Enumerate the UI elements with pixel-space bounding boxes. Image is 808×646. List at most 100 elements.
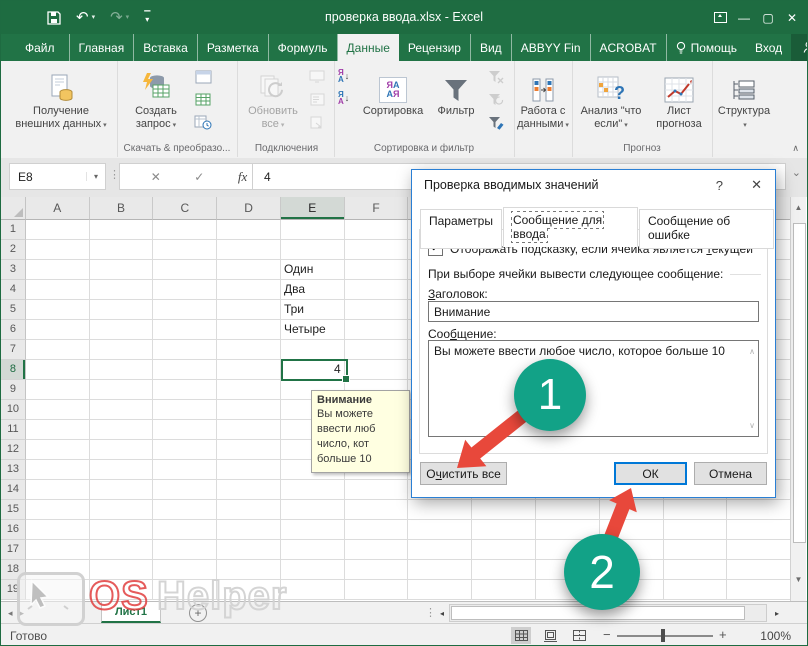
tab-data[interactable]: Данные	[338, 34, 399, 61]
cell-J15[interactable]	[600, 500, 664, 520]
cell-F19[interactable]	[345, 580, 409, 600]
cell-A14[interactable]	[26, 480, 90, 500]
cell-C7[interactable]	[153, 340, 217, 360]
cell-E7[interactable]	[281, 340, 345, 360]
cell-B1[interactable]	[90, 220, 154, 240]
cell-H17[interactable]	[472, 540, 536, 560]
insert-function-icon[interactable]: fx	[238, 169, 247, 185]
cell-F6[interactable]	[345, 320, 409, 340]
cell-B6[interactable]	[90, 320, 154, 340]
tab-insert[interactable]: Вставка	[134, 34, 198, 61]
recent-sources-icon[interactable]	[193, 113, 213, 132]
cell-B18[interactable]	[90, 560, 154, 580]
tab-review[interactable]: Рецензир	[399, 34, 471, 61]
cell-F8[interactable]	[345, 360, 409, 380]
cell-E2[interactable]	[281, 240, 345, 260]
cell-C18[interactable]	[153, 560, 217, 580]
cell-B14[interactable]	[90, 480, 154, 500]
cell-G18[interactable]	[408, 560, 472, 580]
cell-B19[interactable]	[90, 580, 154, 600]
cell-K15[interactable]	[664, 500, 728, 520]
cell-B17[interactable]	[90, 540, 154, 560]
sign-in-button[interactable]: Вход	[746, 34, 791, 61]
cell-B2[interactable]	[90, 240, 154, 260]
refresh-all-button[interactable]: Обновить все▾	[243, 67, 303, 132]
cell-E15[interactable]	[281, 500, 345, 520]
data-tools-button[interactable]: Работа с данными▾	[516, 67, 570, 132]
cell-L15[interactable]	[727, 500, 791, 520]
forecast-sheet-button[interactable]: Лист прогноза	[650, 67, 708, 131]
undo-button[interactable]: ↶▾	[76, 10, 95, 25]
tab-error-alert[interactable]: Сообщение об ошибке	[639, 209, 774, 249]
dialog-help-icon[interactable]: ?	[716, 178, 723, 193]
cell-C12[interactable]	[153, 440, 217, 460]
minimize-button[interactable]: —	[735, 8, 753, 28]
cell-D11[interactable]	[217, 420, 281, 440]
cell-L19[interactable]	[727, 580, 791, 600]
share-button[interactable]: Общий доступ	[791, 34, 808, 61]
cell-A18[interactable]	[26, 560, 90, 580]
cell-D8[interactable]	[217, 360, 281, 380]
cell-A4[interactable]	[26, 280, 90, 300]
cell-D16[interactable]	[217, 520, 281, 540]
tab-abbyy[interactable]: ABBYY Fin	[512, 34, 591, 61]
cell-C17[interactable]	[153, 540, 217, 560]
cancel-button[interactable]: Отмена	[694, 462, 767, 485]
row-header-2[interactable]: 2	[1, 240, 26, 260]
cell-D7[interactable]	[217, 340, 281, 360]
cell-F3[interactable]	[345, 260, 409, 280]
tab-page-layout[interactable]: Разметка	[198, 34, 269, 61]
cell-B5[interactable]	[90, 300, 154, 320]
row-header-3[interactable]: 3	[1, 260, 26, 280]
cell-D5[interactable]	[217, 300, 281, 320]
connections-icon[interactable]	[307, 67, 327, 86]
cell-C8[interactable]	[153, 360, 217, 380]
cell-K18[interactable]	[664, 560, 728, 580]
dialog-close-icon[interactable]: ✕	[751, 177, 762, 193]
cell-B10[interactable]	[90, 400, 154, 420]
cell-K19[interactable]	[664, 580, 728, 600]
cell-F15[interactable]	[345, 500, 409, 520]
row-header-11[interactable]: 11	[1, 420, 26, 440]
cell-F18[interactable]	[345, 560, 409, 580]
cell-E4[interactable]: Два	[281, 280, 345, 300]
cell-A15[interactable]	[26, 500, 90, 520]
redo-button[interactable]: ↷▾	[110, 10, 129, 25]
cell-A2[interactable]	[26, 240, 90, 260]
cell-D12[interactable]	[217, 440, 281, 460]
cell-F4[interactable]	[345, 280, 409, 300]
cell-A17[interactable]	[26, 540, 90, 560]
cell-G19[interactable]	[408, 580, 472, 600]
cell-F7[interactable]	[345, 340, 409, 360]
cell-C11[interactable]	[153, 420, 217, 440]
tab-settings[interactable]: Параметры	[420, 209, 502, 249]
cell-L17[interactable]	[727, 540, 791, 560]
cell-D17[interactable]	[217, 540, 281, 560]
page-layout-view-icon[interactable]	[540, 627, 560, 644]
cell-E1[interactable]	[281, 220, 345, 240]
cell-D3[interactable]	[217, 260, 281, 280]
row-header-10[interactable]: 10	[1, 400, 26, 420]
row-header-6[interactable]: 6	[1, 320, 26, 340]
cell-G17[interactable]	[408, 540, 472, 560]
hscroll-right-icon[interactable]: ▸	[769, 604, 785, 622]
row-header-13[interactable]: 13	[1, 460, 26, 480]
cell-C1[interactable]	[153, 220, 217, 240]
cell-D9[interactable]	[217, 380, 281, 400]
customize-qat-button[interactable]: ▔▾	[144, 14, 150, 22]
cell-A3[interactable]	[26, 260, 90, 280]
cell-A8[interactable]	[26, 360, 90, 380]
vertical-scroll-thumb[interactable]	[793, 223, 806, 543]
tab-formulas[interactable]: Формуль	[269, 34, 338, 61]
cell-D10[interactable]	[217, 400, 281, 420]
ribbon-display-options-button[interactable]	[711, 8, 729, 28]
cell-C4[interactable]	[153, 280, 217, 300]
cell-L16[interactable]	[727, 520, 791, 540]
cell-B11[interactable]	[90, 420, 154, 440]
zoom-level[interactable]: 100%	[739, 629, 791, 643]
column-header-F[interactable]: F	[345, 197, 409, 220]
cell-C16[interactable]	[153, 520, 217, 540]
cell-B16[interactable]	[90, 520, 154, 540]
cell-L18[interactable]	[727, 560, 791, 580]
sheet-tab-list1[interactable]: Лист1	[101, 602, 161, 623]
